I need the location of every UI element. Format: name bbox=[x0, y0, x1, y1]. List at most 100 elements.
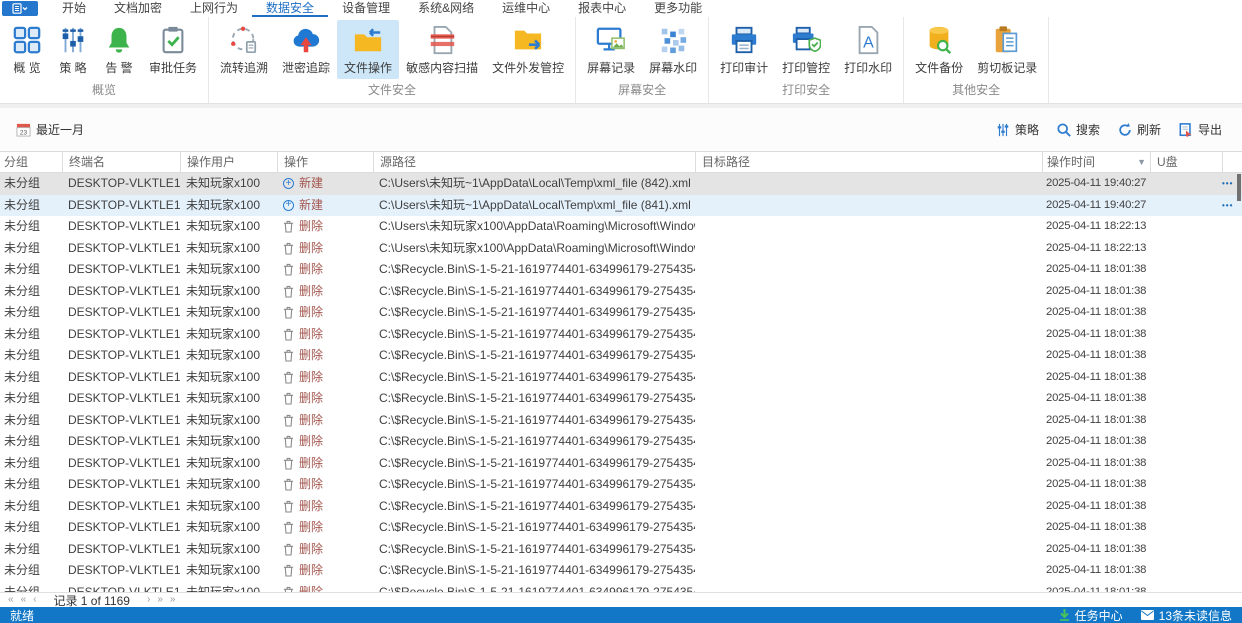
tab-doc-encryption[interactable]: 文档加密 bbox=[100, 0, 176, 17]
cell-operation: + 删除 bbox=[277, 367, 373, 389]
filter-dropdown-icon[interactable]: ▼ bbox=[1137, 152, 1146, 172]
export-action-button[interactable]: 导出 bbox=[1179, 121, 1222, 138]
row-menu-button[interactable] bbox=[1222, 345, 1242, 367]
search-action-button[interactable]: 搜索 bbox=[1057, 121, 1100, 138]
print-audit-button[interactable]: 打印审计 bbox=[713, 20, 775, 79]
tab-web-behavior[interactable]: 上网行为 bbox=[176, 0, 252, 17]
column-header-op-time[interactable]: 操作时间 ▼ bbox=[1042, 152, 1150, 172]
table-row[interactable]: 未分组 DESKTOP-VLKTLE1 未知玩家x100 + 删除 C:\$Re… bbox=[0, 538, 1242, 561]
table-row[interactable]: 未分组 DESKTOP-VLKTLE1 未知玩家x100 + 删除 C:\$Re… bbox=[0, 323, 1242, 346]
next-page-button[interactable]: › bbox=[147, 595, 150, 605]
file-backup-button[interactable]: 文件备份 bbox=[908, 20, 970, 79]
app-menu-button[interactable] bbox=[2, 1, 38, 16]
row-menu-button[interactable] bbox=[1222, 281, 1242, 303]
row-menu-button[interactable] bbox=[1222, 517, 1242, 539]
cell-terminal: DESKTOP-VLKTLE1 bbox=[68, 305, 180, 319]
column-header-operation[interactable]: 操作 bbox=[277, 152, 373, 172]
tab-ops-center[interactable]: 运维中心 bbox=[488, 0, 564, 17]
sensitive-scan-button[interactable]: 敏感内容扫描 bbox=[399, 20, 485, 79]
row-menu-button[interactable] bbox=[1222, 431, 1242, 453]
date-range-filter[interactable]: 23 最近一月 bbox=[16, 121, 84, 138]
tab-report-center[interactable]: 报表中心 bbox=[564, 0, 640, 17]
task-center-button[interactable]: 任务中心 bbox=[1059, 607, 1123, 623]
row-menu-button[interactable] bbox=[1222, 367, 1242, 389]
trash-icon bbox=[283, 586, 294, 592]
table-row[interactable]: 未分组 DESKTOP-VLKTLE1 未知玩家x100 + 删除 C:\$Re… bbox=[0, 431, 1242, 453]
row-menu-button[interactable] bbox=[1222, 453, 1242, 475]
row-menu-button[interactable] bbox=[1222, 324, 1242, 346]
prev-page-button[interactable]: ‹ bbox=[33, 595, 36, 605]
cell-terminal: DESKTOP-VLKTLE1 bbox=[68, 283, 180, 298]
row-menu-button[interactable] bbox=[1222, 560, 1242, 582]
first-page-button[interactable]: « bbox=[8, 595, 14, 605]
print-watermark-button[interactable]: A 打印水印 bbox=[837, 20, 899, 79]
table-row[interactable]: 未分组 DESKTOP-VLKTLE1 未知玩家x100 + 删除 C:\$Re… bbox=[0, 495, 1242, 518]
approval-tasks-button[interactable]: 审批任务 bbox=[142, 20, 204, 79]
print-control-button[interactable]: 打印管控 bbox=[775, 20, 837, 79]
table-row[interactable]: 未分组 DESKTOP-VLKTLE1 未知玩家x100 + 删除 C:\$Re… bbox=[0, 452, 1242, 475]
cell-usb bbox=[1150, 216, 1222, 238]
row-menu-button[interactable] bbox=[1222, 216, 1242, 238]
cell-op-time: 2025-04-11 18:01:38 bbox=[1046, 564, 1147, 576]
row-menu-button[interactable] bbox=[1222, 388, 1242, 410]
table-row[interactable]: 未分组 DESKTOP-VLKTLE1 未知玩家x100 + 删除 C:\$Re… bbox=[0, 517, 1242, 539]
cell-group: 未分组 bbox=[4, 391, 41, 405]
cell-group: 未分组 bbox=[4, 563, 41, 577]
table-row[interactable]: 未分组 DESKTOP-VLKTLE1 未知玩家x100 + 删除 C:\$Re… bbox=[0, 388, 1242, 410]
refresh-action-button[interactable]: 刷新 bbox=[1118, 121, 1161, 138]
vertical-scrollbar-thumb[interactable] bbox=[1237, 174, 1241, 201]
cell-source-path: C:\Users\未知玩~1\AppData\Local\Temp\xml_fi… bbox=[379, 176, 691, 190]
tab-data-security[interactable]: 数据安全 bbox=[252, 0, 329, 17]
row-menu-button[interactable] bbox=[1222, 582, 1242, 593]
table-row[interactable]: 未分组 DESKTOP-VLKTLE1 未知玩家x100 + 删除 C:\$Re… bbox=[0, 302, 1242, 324]
table-row[interactable]: 未分组 DESKTOP-VLKTLE1 未知玩家x100 + 删除 C:\Use… bbox=[0, 216, 1242, 238]
cell-operation: + 删除 bbox=[277, 517, 373, 539]
fast-next-button[interactable]: » bbox=[157, 595, 163, 605]
overview-button[interactable]: 概 览 bbox=[4, 20, 50, 79]
row-menu-button[interactable] bbox=[1222, 259, 1242, 281]
table-row[interactable]: 未分组 DESKTOP-VLKTLE1 未知玩家x100 + 删除 C:\$Re… bbox=[0, 474, 1242, 496]
unread-messages-button[interactable]: 13条未读信息 bbox=[1140, 607, 1232, 623]
row-menu-button[interactable] bbox=[1222, 410, 1242, 432]
table-row[interactable]: 未分组 DESKTOP-VLKTLE1 未知玩家x100 + 删除 C:\$Re… bbox=[0, 560, 1242, 582]
row-menu-button[interactable] bbox=[1222, 302, 1242, 324]
cell-user: 未知玩家x100 bbox=[186, 176, 261, 190]
column-header-terminal[interactable]: 终端名 bbox=[62, 152, 180, 172]
file-operations-button[interactable]: 文件操作 bbox=[337, 20, 400, 79]
column-header-source-path[interactable]: 源路径 bbox=[373, 152, 695, 172]
alert-button[interactable]: 告 警 bbox=[96, 20, 142, 79]
column-header-user[interactable]: 操作用户 bbox=[180, 152, 277, 172]
tab-device-management[interactable]: 设备管理 bbox=[328, 0, 404, 17]
row-menu-button[interactable] bbox=[1222, 238, 1242, 260]
screen-watermark-button[interactable]: 屏幕水印 bbox=[642, 20, 704, 79]
table-row[interactable]: 未分组 DESKTOP-VLKTLE1 未知玩家x100 + 删除 C:\$Re… bbox=[0, 259, 1242, 281]
column-header-target-path[interactable]: 目标路径 bbox=[695, 152, 1042, 172]
column-header-group[interactable]: 分组 bbox=[0, 152, 62, 172]
policy-button[interactable]: 策 略 bbox=[50, 20, 96, 79]
flow-trace-button[interactable]: 流转追溯 bbox=[213, 20, 275, 79]
table-row[interactable]: 未分组 DESKTOP-VLKTLE1 未知玩家x100 + 删除 C:\Use… bbox=[0, 237, 1242, 260]
screen-record-button[interactable]: 屏幕记录 bbox=[580, 20, 642, 79]
table-row[interactable]: 未分组 DESKTOP-VLKTLE1 未知玩家x100 + 删除 C:\$Re… bbox=[0, 345, 1242, 367]
tab-home[interactable]: 开始 bbox=[48, 0, 100, 17]
tab-more-features[interactable]: 更多功能 bbox=[640, 0, 716, 17]
row-menu-button[interactable] bbox=[1222, 474, 1242, 496]
row-menu-button[interactable] bbox=[1222, 496, 1242, 518]
clipboard-record-button[interactable]: 剪切板记录 bbox=[970, 20, 1044, 79]
leak-track-button[interactable]: 泄密追踪 bbox=[275, 20, 337, 79]
table-row[interactable]: 未分组 DESKTOP-VLKTLE1 未知玩家x100 + 新建 C:\Use… bbox=[0, 194, 1242, 216]
tab-system-network[interactable]: 系统&网络 bbox=[404, 0, 488, 17]
table-row[interactable]: 未分组 DESKTOP-VLKTLE1 未知玩家x100 + 删除 C:\$Re… bbox=[0, 280, 1242, 303]
column-header-usb[interactable]: U盘 bbox=[1150, 152, 1222, 172]
table-row[interactable]: 未分组 DESKTOP-VLKTLE1 未知玩家x100 + 删除 C:\$Re… bbox=[0, 409, 1242, 432]
file-outbound-control-button[interactable]: 文件外发管控 bbox=[485, 20, 571, 79]
policy-action-button[interactable]: 策略 bbox=[996, 121, 1039, 138]
ribbon-tab-bar: 开始 文档加密 上网行为 数据安全 设备管理 系统&网络 运维中心 报表中心 更… bbox=[0, 0, 1242, 17]
table-row[interactable]: 未分组 DESKTOP-VLKTLE1 未知玩家x100 + 删除 C:\$Re… bbox=[0, 581, 1242, 593]
fast-prev-button[interactable]: « bbox=[21, 595, 27, 605]
row-menu-button[interactable] bbox=[1222, 539, 1242, 561]
cell-user: 未知玩家x100 bbox=[186, 391, 261, 405]
table-row[interactable]: 未分组 DESKTOP-VLKTLE1 未知玩家x100 + 新建 C:\Use… bbox=[0, 173, 1242, 195]
last-page-button[interactable]: » bbox=[170, 595, 176, 605]
table-row[interactable]: 未分组 DESKTOP-VLKTLE1 未知玩家x100 + 删除 C:\$Re… bbox=[0, 366, 1242, 389]
